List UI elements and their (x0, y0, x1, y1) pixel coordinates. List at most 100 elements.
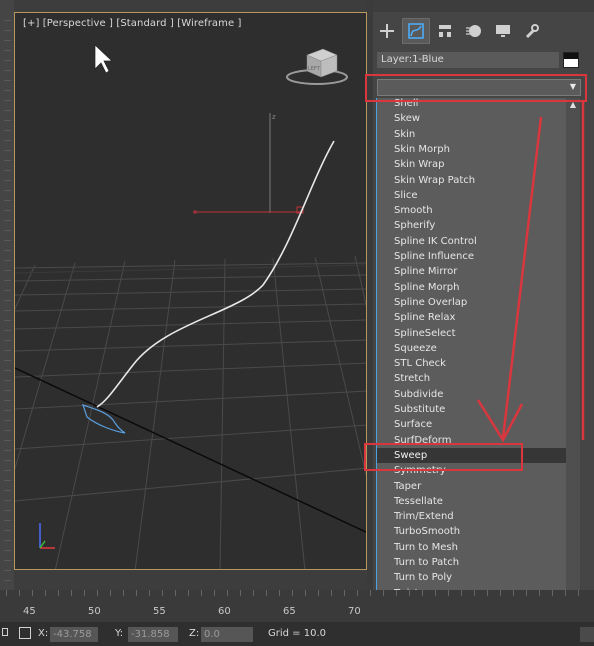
grid-line (219, 258, 226, 569)
ruler-tick (4, 560, 11, 561)
timeline-tick (19, 590, 20, 596)
modify-icon[interactable] (402, 18, 430, 44)
y-label: Y: (115, 628, 124, 639)
object-color-swatch[interactable] (563, 52, 579, 68)
timeline-tick (71, 590, 72, 596)
modifier-item[interactable]: Smooth (377, 203, 567, 218)
absolute-mode-icon[interactable] (19, 627, 31, 639)
timeline-tick (513, 590, 514, 596)
timeline-tick (448, 590, 449, 596)
modifier-item[interactable]: Tessellate (377, 494, 567, 509)
timeline-tick (214, 590, 215, 596)
modifier-item[interactable]: Substitute (377, 402, 567, 417)
timeline-tick (565, 590, 566, 596)
ruler-tick (4, 50, 11, 51)
status-bar: X: -43.758 Y: -31.858 Z: 0.0 Grid = 10.0 (0, 622, 594, 646)
ruler-tick (4, 430, 11, 431)
selection-lock-button[interactable] (580, 627, 594, 642)
ruler-tick (4, 70, 11, 71)
ruler-tick (4, 130, 11, 131)
modifier-item[interactable]: Turn to Poly (377, 570, 567, 585)
modifier-item[interactable]: Skin (377, 127, 567, 142)
modifier-item[interactable]: SplineSelect (377, 326, 567, 341)
grid-line (134, 259, 176, 569)
timeline-tick (357, 590, 358, 596)
modifier-item[interactable]: Slice (377, 188, 567, 203)
timeline-tick (487, 590, 488, 596)
hierarchy-icon[interactable] (431, 18, 459, 44)
ruler-tick (4, 20, 11, 21)
timeline-tick (58, 590, 59, 596)
ruler-tick (4, 160, 11, 161)
modifier-item[interactable]: STL Check (377, 356, 567, 371)
ruler-tick (4, 530, 11, 531)
mouse-cursor-icon (94, 44, 113, 74)
grid-line (15, 262, 366, 269)
modifier-item[interactable]: Subdivide (377, 387, 567, 402)
timeline-ruler[interactable]: 45 50 55 60 65 70 (0, 590, 594, 622)
ruler-tick (4, 270, 11, 271)
modifier-item[interactable]: Skin Wrap (377, 157, 567, 172)
z-coordinate-field[interactable]: 0.0 (201, 627, 253, 642)
grid-line (15, 303, 366, 312)
modifier-item[interactable]: Skew (377, 111, 567, 126)
x-axis-label: x (193, 208, 197, 216)
modifier-item[interactable]: Skin Wrap Patch (377, 173, 567, 188)
modifier-item[interactable]: TurboSmooth (377, 524, 567, 539)
timeline-tick (136, 590, 137, 596)
ruler-tick (4, 500, 11, 501)
modifier-item[interactable]: Spline IK Control (377, 234, 567, 249)
utilities-icon[interactable] (518, 18, 546, 44)
ruler-tick (4, 570, 11, 571)
ruler-tick (4, 210, 11, 211)
modifier-item[interactable]: Taper (377, 479, 567, 494)
left-toolbar-strip (0, 0, 14, 590)
ruler-tick (4, 240, 11, 241)
ruler-tick (4, 330, 11, 331)
ruler-tick (4, 80, 11, 81)
modifier-item[interactable]: Spline Influence (377, 249, 567, 264)
modifier-dropdown-list[interactable]: Shell Skew Skin Skin Morph Skin Wrap Skin Wra… (376, 98, 567, 646)
timeline-tick (227, 590, 228, 596)
ruler-tick (4, 310, 11, 311)
timeline-tick (162, 590, 163, 596)
ruler-tick (4, 520, 11, 521)
timeline-tick (292, 590, 293, 596)
x-coordinate-field[interactable]: -43.758 (50, 627, 98, 642)
ruler-tick (4, 140, 11, 141)
modifier-item[interactable]: Turn to Mesh (377, 540, 567, 555)
timeline-tick (344, 590, 345, 596)
timeline-tick-label: 55 (153, 606, 166, 617)
lock-icon[interactable] (2, 628, 8, 636)
ruler-tick (4, 170, 11, 171)
viewport-label[interactable]: [+] [Perspective ] [Standard ] [Wirefram… (23, 18, 242, 29)
modifier-item[interactable]: Spline Mirror (377, 264, 567, 279)
modifier-item[interactable]: Spline Relax (377, 310, 567, 325)
annotation-box-dropdown (365, 74, 587, 102)
modifier-item[interactable]: Spline Morph (377, 280, 567, 295)
perspective-viewport[interactable]: z x LEFT [+] [Perspective ] [Standard ] [W… (14, 12, 367, 570)
y-coordinate-field[interactable]: -31.858 (128, 627, 178, 642)
horizon-line (15, 264, 366, 274)
modifier-item[interactable]: Surface (377, 417, 567, 432)
display-icon[interactable] (489, 18, 517, 44)
modifier-item[interactable]: Spline Overlap (377, 295, 567, 310)
create-icon[interactable] (373, 18, 401, 44)
modifier-item[interactable]: Trim/Extend (377, 509, 567, 524)
ruler-tick (4, 460, 11, 461)
modifier-item[interactable]: Squeeze (377, 341, 567, 356)
ruler-tick (4, 40, 11, 41)
modifier-item[interactable]: Turn to Patch (377, 555, 567, 570)
grid-line (15, 362, 366, 378)
modifier-list-scrollbar[interactable]: ▲ (566, 98, 580, 646)
ruler-tick (4, 320, 11, 321)
modifier-item[interactable]: Spherify (377, 218, 567, 233)
ruler-tick (4, 470, 11, 471)
object-name-field[interactable]: Layer:1-Blue (377, 52, 559, 68)
modifier-item[interactable]: Skin Morph (377, 142, 567, 157)
ruler-tick (4, 90, 11, 91)
motion-icon[interactable] (460, 18, 488, 44)
timeline-tick (578, 590, 579, 596)
timeline-tick-label: 70 (348, 606, 361, 617)
modifier-item[interactable]: Stretch (377, 371, 567, 386)
